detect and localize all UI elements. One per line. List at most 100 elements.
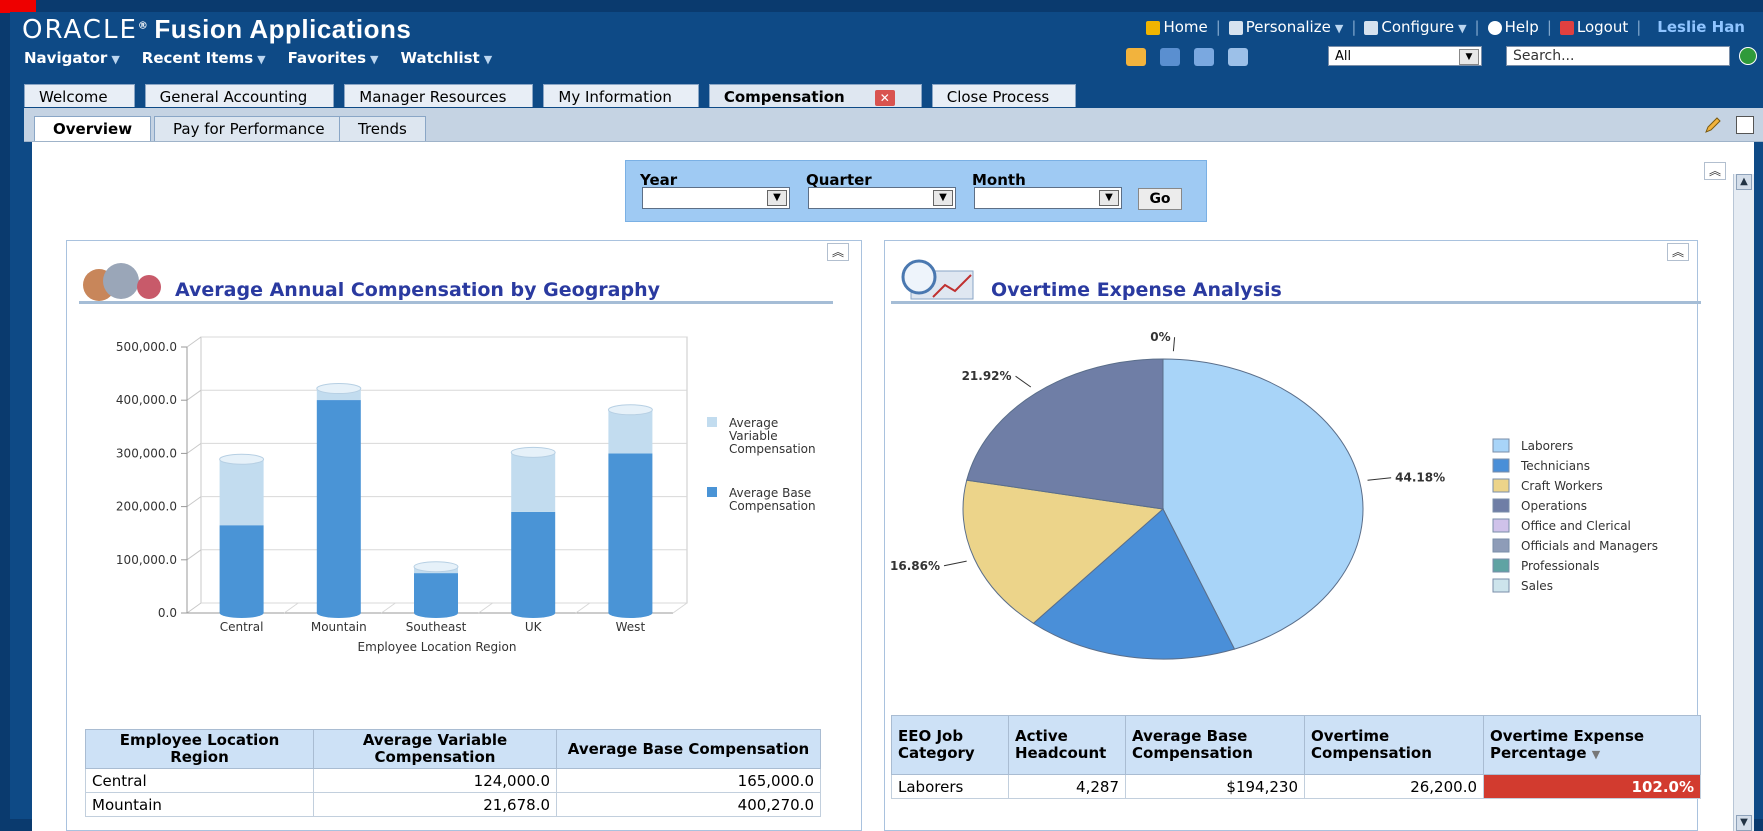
table-row: Laborers 4,287 $194,230 26,200.0 102.0% xyxy=(891,774,1701,799)
x-tick-label: Mountain xyxy=(311,620,367,634)
gridline xyxy=(186,336,202,348)
overtime-pie-chart: 44.18%17.03%16.86%21.92%0%LaborersTechni… xyxy=(890,330,1658,660)
column-header[interactable]: Employee Location Region xyxy=(85,729,314,769)
table-cell: Central xyxy=(85,768,314,793)
geography-table: Employee Location Region Average Variabl… xyxy=(85,729,821,817)
pie-data-label: 44.18% xyxy=(1395,471,1445,485)
contact-card-icon[interactable] xyxy=(1160,48,1180,66)
personalize-menu[interactable]: Personalize ▼ xyxy=(1228,18,1343,36)
column-header[interactable]: Average Variable Compensation xyxy=(313,729,557,769)
gridline xyxy=(186,442,202,454)
people-icon[interactable] xyxy=(1194,48,1214,66)
gridline xyxy=(478,602,493,614)
gridline xyxy=(186,602,202,614)
bar-top-cap xyxy=(316,383,362,395)
gridline xyxy=(672,602,688,614)
month-select[interactable]: ▼ xyxy=(974,187,1122,209)
user-name[interactable]: Leslie Han xyxy=(1657,18,1745,36)
quarter-select[interactable]: ▼ xyxy=(808,187,956,209)
chevron-down-icon: ▼ xyxy=(1459,49,1479,65)
navigator-menu[interactable]: Navigator ▼ xyxy=(24,49,120,67)
page-options-icon[interactable] xyxy=(1736,116,1754,134)
global-search-input[interactable]: Search... xyxy=(1506,46,1730,66)
column-header[interactable]: EEO Job Category xyxy=(891,715,1009,775)
gridline xyxy=(186,549,202,561)
pie-leader-line xyxy=(1367,477,1392,481)
y-tick-label: 200,000.0 xyxy=(116,500,177,514)
legend-label: Operations xyxy=(1521,499,1587,513)
x-tick-label: UK xyxy=(525,620,543,634)
geography-compensation-panel: ︽ Average Annual Compensation by Geograp… xyxy=(66,240,862,831)
scroll-down-icon[interactable]: ▼ xyxy=(1736,815,1752,831)
configure-menu[interactable]: Configure ▼ xyxy=(1364,18,1467,36)
table-cell: 400,270.0 xyxy=(556,792,821,817)
compensation-bar-chart: 0.0 100,000.0 200,000.0 300,000.0 400,000.0 5… xyxy=(116,336,816,654)
mail-icon[interactable] xyxy=(1126,48,1146,66)
gridline xyxy=(575,602,591,614)
favorites-menu[interactable]: Favorites ▼ xyxy=(288,49,379,67)
tab-general-accounting[interactable]: General Accounting xyxy=(144,84,335,107)
table-cell: 4,287 xyxy=(1008,774,1126,799)
column-header[interactable]: Active Headcount xyxy=(1008,715,1126,775)
scroll-up-icon[interactable]: ▲ xyxy=(1736,174,1752,190)
subtab-overview[interactable]: Overview xyxy=(34,116,152,141)
legend-label: Office and Clerical xyxy=(1521,519,1631,533)
column-header[interactable]: Overtime Compensation xyxy=(1304,715,1484,775)
subtab-trends[interactable]: Trends xyxy=(339,116,426,141)
legend-swatch xyxy=(1492,438,1510,453)
sort-descending-icon[interactable]: ▼ xyxy=(1592,748,1600,761)
close-tab-icon[interactable]: ✕ xyxy=(874,89,895,106)
year-select[interactable]: ▼ xyxy=(642,187,790,209)
help-link[interactable]: Help xyxy=(1487,18,1539,36)
tab-manager-resources[interactable]: Manager Resources xyxy=(344,84,534,107)
tab-compensation[interactable]: Compensation ✕ xyxy=(708,84,922,107)
bar-bottom-cap xyxy=(316,608,361,618)
help-icon xyxy=(1487,20,1502,35)
overview-content: ︽ ▲ ▼ Year Quarter Month ▼ ▼ ▼ Go ︽ Aver… xyxy=(32,142,1754,831)
search-go-icon[interactable] xyxy=(1739,47,1757,65)
go-button[interactable]: Go xyxy=(1138,188,1182,210)
tab-welcome[interactable]: Welcome xyxy=(24,84,135,107)
collapse-icon[interactable]: ︽ xyxy=(1667,243,1689,261)
x-axis-title: Employee Location Region xyxy=(358,640,517,654)
network-icon[interactable] xyxy=(1228,48,1248,66)
bar-base xyxy=(316,400,361,613)
overtime-table: EEO Job Category Active Headcount Averag… xyxy=(891,715,1701,799)
logout-link[interactable]: Logout xyxy=(1559,18,1628,36)
column-header[interactable]: Average Base Compensation xyxy=(1125,715,1305,775)
legend-label: Professionals xyxy=(1521,559,1599,573)
bar-bottom-cap xyxy=(511,608,556,618)
personalize-icon xyxy=(1228,20,1243,35)
legend-label: Average Base xyxy=(729,486,811,500)
column-header[interactable]: Average Base Compensation xyxy=(556,729,821,769)
column-header-sorted[interactable]: Overtime Expense Percentage ▼ xyxy=(1483,715,1701,775)
vertical-scrollbar[interactable]: ▲ ▼ xyxy=(1733,174,1754,831)
pie-data-label: 0% xyxy=(1150,330,1170,344)
edit-pencil-icon[interactable] xyxy=(1704,116,1722,134)
home-link[interactable]: Home xyxy=(1146,18,1208,36)
x-tick-label: Southeast xyxy=(406,620,467,634)
collapse-icon[interactable]: ︽ xyxy=(1704,162,1726,180)
subtab-pay-for-performance[interactable]: Pay for Performance xyxy=(154,116,344,141)
clock-chart-icon xyxy=(901,259,974,300)
watchlist-menu[interactable]: Watchlist ▼ xyxy=(400,49,492,67)
legend-swatch xyxy=(1492,578,1510,593)
y-tick-label: 300,000.0 xyxy=(116,446,177,460)
bar-variable xyxy=(608,409,653,454)
gridline xyxy=(283,602,299,614)
legend-swatch xyxy=(1492,458,1510,473)
bar-variable xyxy=(511,452,556,512)
tab-close-process[interactable]: Close Process xyxy=(931,84,1077,107)
search-scope-select[interactable]: All ▼ xyxy=(1328,46,1482,66)
chevron-down-icon: ▼ xyxy=(933,190,953,206)
legend-label: Officials and Managers xyxy=(1521,539,1658,553)
recent-items-menu[interactable]: Recent Items ▼ xyxy=(142,49,266,67)
collapse-icon[interactable]: ︽ xyxy=(827,243,849,261)
legend-label: Craft Workers xyxy=(1521,479,1603,493)
panel-title: Overtime Expense Analysis xyxy=(991,279,1282,301)
table-cell: 165,000.0 xyxy=(556,768,821,793)
panel-title: Average Annual Compensation by Geography xyxy=(175,279,660,301)
legend-label: Technicians xyxy=(1520,459,1590,473)
tab-my-information[interactable]: My Information xyxy=(543,84,699,107)
bar-bottom-cap xyxy=(608,608,653,618)
